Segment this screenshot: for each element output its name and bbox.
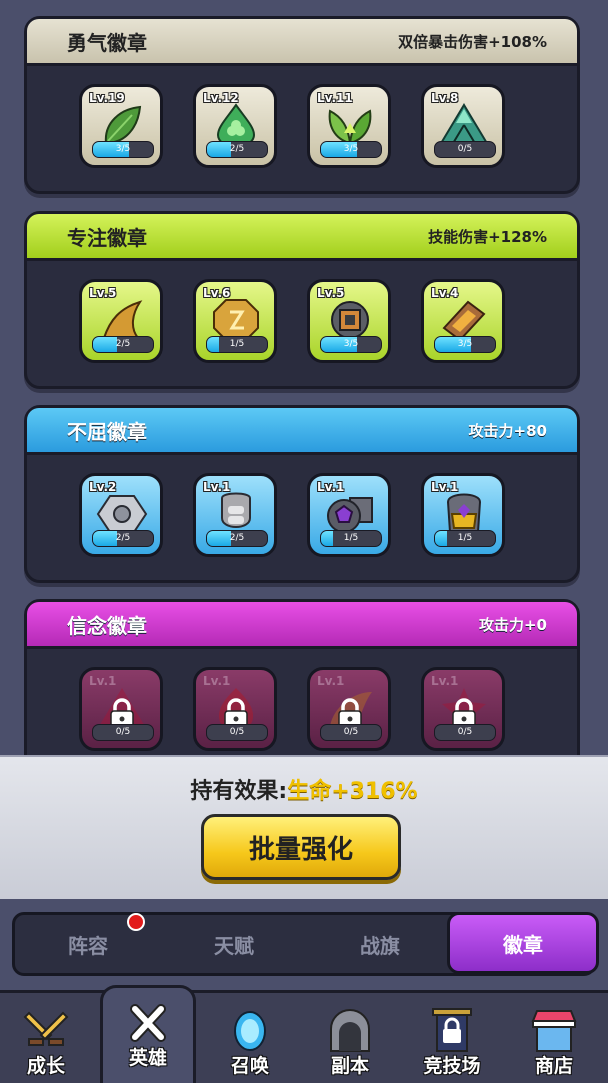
- section-title: 信念徽章: [67, 613, 147, 638]
- badge-faith-1[interactable]: Lv.1 0/5: [79, 667, 163, 751]
- badge-firm-2[interactable]: Lv.1 2/5: [193, 473, 277, 557]
- badge-progress-bar: 2/5: [206, 530, 268, 547]
- badge-faith-2[interactable]: Lv.1 0/5: [193, 667, 277, 751]
- badge-progress-text: 0/5: [229, 727, 245, 737]
- section-title: 不屈徽章: [67, 419, 147, 444]
- badge-progress-bar: 2/5: [92, 336, 154, 353]
- dungeon-gate-icon: [330, 1009, 370, 1052]
- courage-badge-section: 勇气徽章 双倍暴击伤害+108% Lv.19 3/5 Lv.12 2/5 Lv.…: [24, 16, 580, 194]
- tab-label: 天赋: [214, 933, 254, 958]
- badge-progress-bar: 0/5: [434, 141, 496, 158]
- locked-banner-icon: [432, 1008, 472, 1052]
- bottom-nav: 成长 英雄 召唤 副本 竞技场 商店: [0, 985, 608, 1083]
- badge-focus-3[interactable]: Lv.5 3/5: [307, 279, 391, 363]
- badge-progress-bar: 0/5: [92, 724, 154, 741]
- badge-progress-text: 2/5: [115, 339, 131, 349]
- tab-label: 徽章: [503, 932, 543, 957]
- badge-progress-text: 2/5: [115, 533, 131, 543]
- close-x-icon: [130, 1004, 166, 1042]
- section-effect: 攻击力+0: [478, 615, 547, 634]
- portal-icon: [234, 1011, 266, 1051]
- section-effect: 攻击力+80: [468, 421, 547, 440]
- holding-effect: 持有效果:生命+316%: [0, 773, 608, 805]
- badge-firm-4[interactable]: Lv.1 1/5: [421, 473, 505, 557]
- badge-progress-bar: 1/5: [434, 530, 496, 547]
- badge-progress-text: 0/5: [457, 727, 473, 737]
- badge-courage-1[interactable]: Lv.19 3/5: [79, 84, 163, 168]
- nav-shop[interactable]: 商店: [504, 993, 604, 1083]
- badge-courage-2[interactable]: Lv.12 2/5: [193, 84, 277, 168]
- badge-progress-bar: 3/5: [92, 141, 154, 158]
- badge-progress-bar: 1/5: [206, 336, 268, 353]
- nav-summon[interactable]: 召唤: [200, 993, 300, 1083]
- badge-progress-text: 0/5: [343, 727, 359, 737]
- badge-progress-text: 1/5: [343, 533, 359, 543]
- hero-tabs: 阵容 天赋 战旗 徽章: [12, 912, 599, 976]
- badge-focus-1[interactable]: Lv.5 2/5: [79, 279, 163, 363]
- nav-label: 成长: [26, 1055, 65, 1077]
- section-effect: 技能伤害+128%: [428, 227, 547, 246]
- badge-focus-2[interactable]: Lv.6 1/5: [193, 279, 277, 363]
- section-header: 不屈徽章 攻击力+80: [27, 408, 577, 455]
- badge-progress-text: 2/5: [229, 144, 245, 154]
- badge-progress-bar: 0/5: [434, 724, 496, 741]
- badge-progress-text: 2/5: [229, 533, 245, 543]
- badge-faith-4[interactable]: Lv.1 0/5: [421, 667, 505, 751]
- shop-stall-icon: [531, 1010, 577, 1052]
- tab-label: 阵容: [68, 933, 108, 958]
- crossed-swords-icon: [23, 1011, 69, 1046]
- holding-effect-label: 持有效果:: [190, 779, 288, 804]
- tab-lineup[interactable]: 阵容: [15, 913, 161, 973]
- tab-talent[interactable]: 天赋: [161, 915, 307, 973]
- badge-firm-3[interactable]: Lv.1 1/5: [307, 473, 391, 557]
- badge-progress-text: 1/5: [457, 533, 473, 543]
- badge-progress-text: 1/5: [229, 339, 245, 349]
- badge-faith-3[interactable]: Lv.1 0/5: [307, 667, 391, 751]
- nav-label: 竞技场: [423, 1055, 481, 1077]
- badge-progress-text: 0/5: [115, 727, 131, 737]
- section-effect: 双倍暴击伤害+108%: [398, 32, 547, 51]
- badge-progress-text: 3/5: [115, 144, 131, 154]
- holding-effect-panel: 持有效果:生命+316% 批量强化: [0, 755, 608, 899]
- notification-dot: [127, 913, 145, 931]
- badge-progress-bar: 3/5: [320, 141, 382, 158]
- firm-badge-section: 不屈徽章 攻击力+80 Lv.2 2/5 Lv.1 2/5 Lv.1 1/5 L…: [24, 405, 580, 583]
- tab-label: 战旗: [360, 933, 400, 958]
- badge-progress-bar: 2/5: [92, 530, 154, 547]
- badge-focus-4[interactable]: Lv.4 3/5: [421, 279, 505, 363]
- badge-list[interactable]: 勇气徽章 双倍暴击伤害+108% Lv.19 3/5 Lv.12 2/5 Lv.…: [0, 0, 608, 755]
- section-header: 勇气徽章 双倍暴击伤害+108%: [27, 19, 577, 66]
- badge-progress-bar: 0/5: [320, 724, 382, 741]
- nav-growth[interactable]: 成长: [0, 993, 96, 1083]
- badge-progress-text: 0/5: [457, 144, 473, 154]
- tab-badge[interactable]: 徽章: [447, 912, 599, 974]
- section-header: 信念徽章 攻击力+0: [27, 602, 577, 649]
- holding-effect-value: 生命+316%: [287, 779, 418, 804]
- nav-arena[interactable]: 竞技场: [402, 993, 502, 1083]
- nav-label: 召唤: [230, 1055, 269, 1077]
- badge-progress-text: 3/5: [457, 339, 473, 349]
- badge-progress-bar: 1/5: [320, 530, 382, 547]
- nav-label: 商店: [534, 1055, 573, 1077]
- tab-banner[interactable]: 战旗: [307, 915, 453, 973]
- nav-label: 英雄: [128, 1047, 167, 1069]
- focus-badge-section: 专注徽章 技能伤害+128% Lv.5 2/5 Lv.6 1/5 Lv.5 3/…: [24, 211, 580, 389]
- badge-progress-bar: 0/5: [206, 724, 268, 741]
- badge-firm-1[interactable]: Lv.2 2/5: [79, 473, 163, 557]
- badge-courage-3[interactable]: Lv.11 3/5: [307, 84, 391, 168]
- badge-progress-bar: 2/5: [206, 141, 268, 158]
- bulk-upgrade-button[interactable]: 批量强化: [201, 814, 401, 880]
- nav-dungeon[interactable]: 副本: [300, 993, 400, 1083]
- badge-courage-4[interactable]: Lv.8 0/5: [421, 84, 505, 168]
- section-title: 勇气徽章: [67, 30, 147, 55]
- section-title: 专注徽章: [67, 225, 147, 250]
- nav-hero[interactable]: 英雄: [98, 985, 198, 1083]
- badge-progress-text: 3/5: [343, 339, 359, 349]
- badge-progress-bar: 3/5: [434, 336, 496, 353]
- badge-progress-text: 3/5: [343, 144, 359, 154]
- faith-badge-section: 信念徽章 攻击力+0 Lv.1 0/5 Lv.1 0/5 Lv.1 0/5 Lv…: [24, 599, 580, 755]
- nav-label: 副本: [330, 1055, 369, 1077]
- section-header: 专注徽章 技能伤害+128%: [27, 214, 577, 261]
- badge-progress-bar: 3/5: [320, 336, 382, 353]
